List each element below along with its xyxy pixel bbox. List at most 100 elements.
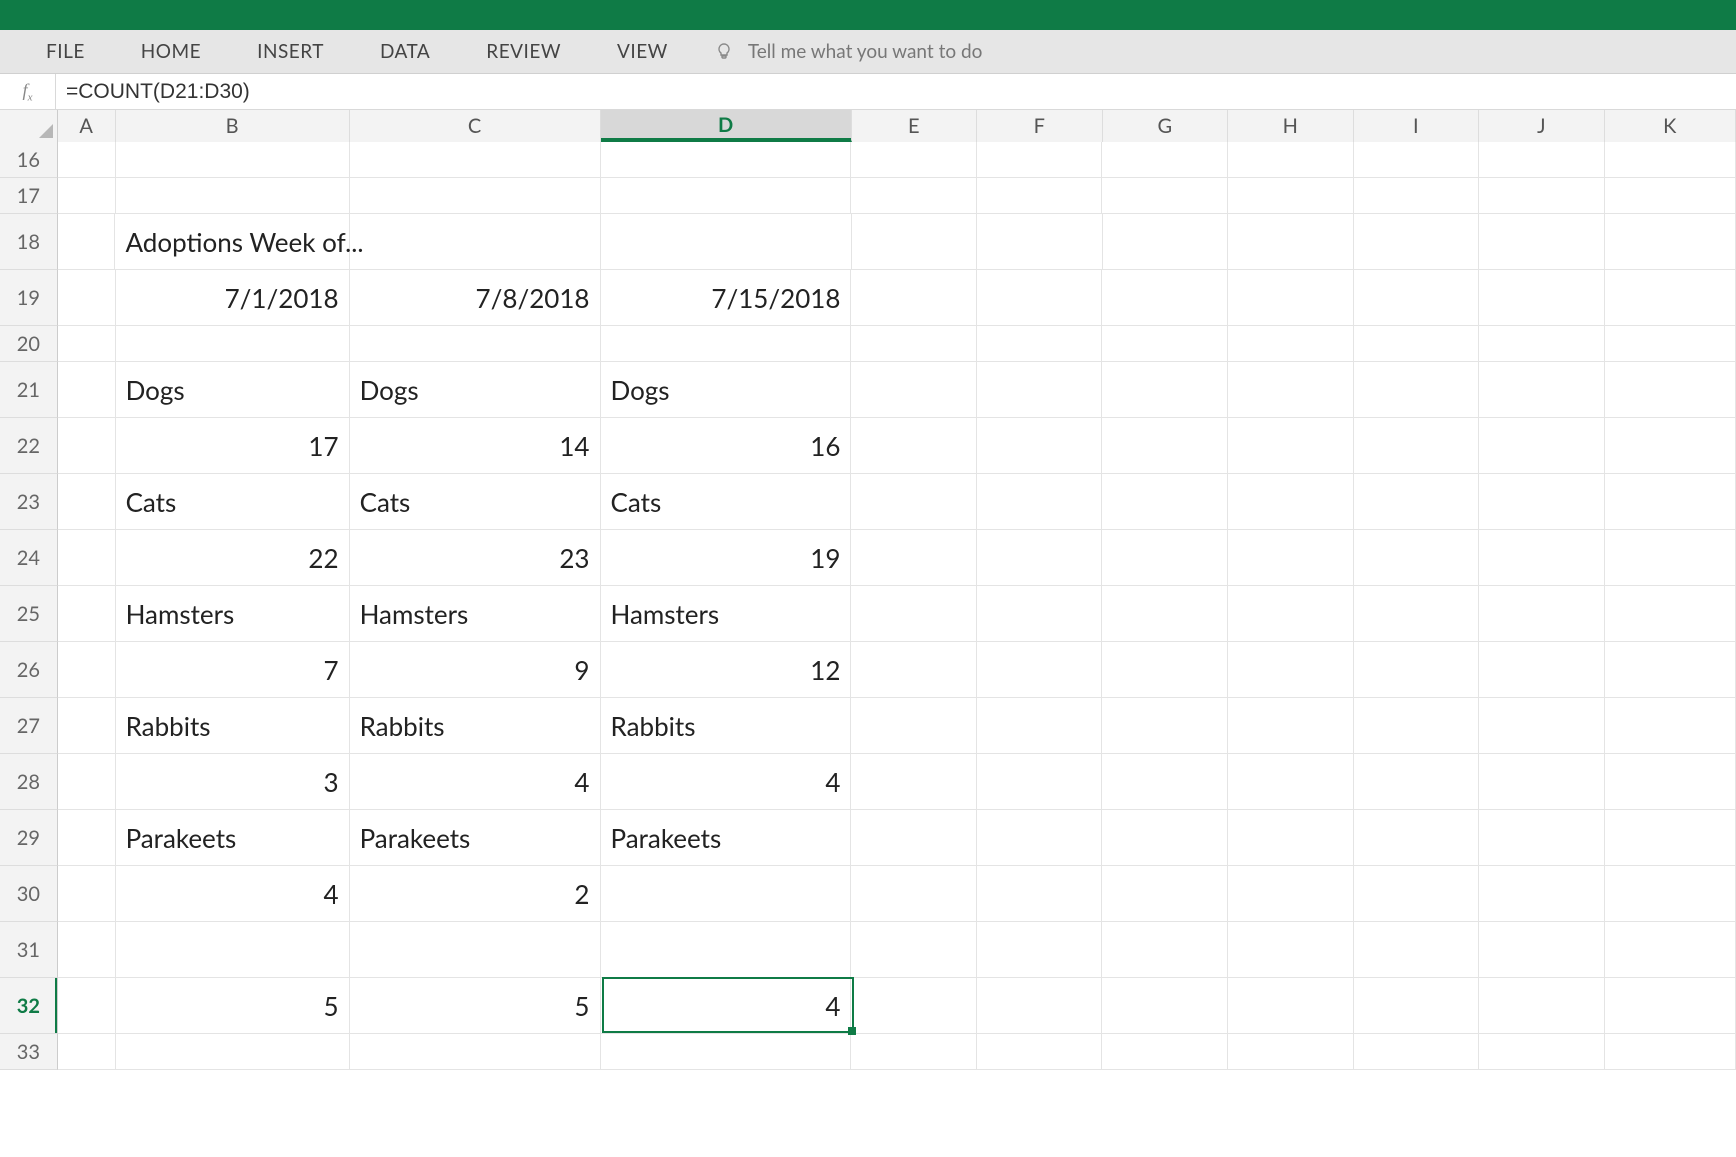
- tab-review[interactable]: REVIEW: [458, 30, 589, 74]
- cell-K20[interactable]: [1605, 326, 1736, 362]
- row-header-28[interactable]: 28: [0, 754, 58, 810]
- row-header-17[interactable]: 17: [0, 178, 58, 214]
- cell-C33[interactable]: [350, 1034, 601, 1070]
- cell-J33[interactable]: [1479, 1034, 1605, 1070]
- col-header-F[interactable]: F: [977, 110, 1103, 142]
- cell-H21[interactable]: [1228, 362, 1354, 418]
- cell-A17[interactable]: [58, 178, 116, 214]
- cell-C31[interactable]: [350, 922, 601, 978]
- cell-A33[interactable]: [58, 1034, 116, 1070]
- col-header-H[interactable]: H: [1228, 110, 1354, 142]
- col-header-E[interactable]: E: [852, 110, 978, 142]
- cell-J24[interactable]: [1479, 530, 1605, 586]
- cell-I24[interactable]: [1354, 530, 1480, 586]
- fx-button[interactable]: fx: [0, 74, 56, 110]
- col-header-J[interactable]: J: [1479, 110, 1605, 142]
- cell-K26[interactable]: [1605, 642, 1736, 698]
- cell-E30[interactable]: [851, 866, 977, 922]
- row-header-18[interactable]: 18: [0, 214, 58, 270]
- cell-B21[interactable]: Dogs: [116, 362, 350, 418]
- row-header-20[interactable]: 20: [0, 326, 58, 362]
- cell-B31[interactable]: [116, 922, 350, 978]
- cell-K22[interactable]: [1605, 418, 1736, 474]
- cell-B30[interactable]: 4: [116, 866, 350, 922]
- cell-J22[interactable]: [1479, 418, 1605, 474]
- cell-E17[interactable]: [851, 178, 977, 214]
- row-header-16[interactable]: 16: [0, 142, 58, 178]
- cell-H18[interactable]: [1228, 214, 1353, 270]
- cell-C20[interactable]: [350, 326, 601, 362]
- cell-A26[interactable]: [58, 642, 116, 698]
- row-header-29[interactable]: 29: [0, 810, 58, 866]
- cell-D31[interactable]: [601, 922, 852, 978]
- cell-F18[interactable]: [977, 214, 1102, 270]
- cell-F30[interactable]: [977, 866, 1103, 922]
- cell-A30[interactable]: [58, 866, 116, 922]
- cell-C19[interactable]: 7/8/2018: [350, 270, 601, 326]
- cell-J16[interactable]: [1479, 142, 1605, 178]
- cell-J31[interactable]: [1479, 922, 1605, 978]
- cell-G26[interactable]: [1102, 642, 1228, 698]
- cell-A29[interactable]: [58, 810, 116, 866]
- cell-E26[interactable]: [851, 642, 977, 698]
- cell-I20[interactable]: [1354, 326, 1480, 362]
- cell-D20[interactable]: [601, 326, 852, 362]
- cell-F25[interactable]: [977, 586, 1103, 642]
- row-header-19[interactable]: 19: [0, 270, 58, 326]
- col-header-K[interactable]: K: [1605, 110, 1736, 142]
- cell-D32[interactable]: 4: [601, 978, 852, 1034]
- cell-H30[interactable]: [1228, 866, 1354, 922]
- cell-E19[interactable]: [851, 270, 977, 326]
- cell-G30[interactable]: [1102, 866, 1228, 922]
- cell-B23[interactable]: Cats: [116, 474, 350, 530]
- cell-I19[interactable]: [1354, 270, 1480, 326]
- cell-F26[interactable]: [977, 642, 1103, 698]
- formula-input[interactable]: [56, 76, 1736, 108]
- cell-E29[interactable]: [851, 810, 977, 866]
- cell-G23[interactable]: [1102, 474, 1228, 530]
- tab-home[interactable]: HOME: [113, 30, 229, 74]
- row-header-32[interactable]: 32: [0, 978, 58, 1034]
- cell-E31[interactable]: [851, 922, 977, 978]
- cell-I26[interactable]: [1354, 642, 1480, 698]
- col-header-C[interactable]: C: [350, 110, 601, 142]
- cell-A18[interactable]: [58, 214, 116, 270]
- cell-F22[interactable]: [977, 418, 1103, 474]
- cell-G31[interactable]: [1102, 922, 1228, 978]
- cell-K33[interactable]: [1605, 1034, 1736, 1070]
- cell-G19[interactable]: [1102, 270, 1228, 326]
- cell-I23[interactable]: [1354, 474, 1480, 530]
- cell-D30[interactable]: [601, 866, 852, 922]
- cell-D18[interactable]: [601, 214, 852, 270]
- cell-F32[interactable]: [977, 978, 1103, 1034]
- cell-K18[interactable]: [1605, 214, 1736, 270]
- cell-A22[interactable]: [58, 418, 116, 474]
- cell-D23[interactable]: Cats: [601, 474, 852, 530]
- cell-D19[interactable]: 7/15/2018: [601, 270, 852, 326]
- cell-K16[interactable]: [1605, 142, 1736, 178]
- row-header-27[interactable]: 27: [0, 698, 58, 754]
- cell-H28[interactable]: [1228, 754, 1354, 810]
- cell-B28[interactable]: 3: [116, 754, 350, 810]
- cell-H16[interactable]: [1228, 142, 1354, 178]
- cell-C22[interactable]: 14: [350, 418, 601, 474]
- cell-J17[interactable]: [1479, 178, 1605, 214]
- cell-H26[interactable]: [1228, 642, 1354, 698]
- cell-G25[interactable]: [1102, 586, 1228, 642]
- cell-H27[interactable]: [1228, 698, 1354, 754]
- cell-K25[interactable]: [1605, 586, 1736, 642]
- cell-B17[interactable]: [116, 178, 350, 214]
- cell-F16[interactable]: [977, 142, 1103, 178]
- cell-J25[interactable]: [1479, 586, 1605, 642]
- cell-E25[interactable]: [851, 586, 977, 642]
- cell-I33[interactable]: [1354, 1034, 1480, 1070]
- tell-me-search[interactable]: Tell me what you want to do: [714, 40, 983, 63]
- cell-G21[interactable]: [1102, 362, 1228, 418]
- cell-B19[interactable]: 7/1/2018: [116, 270, 350, 326]
- row-header-22[interactable]: 22: [0, 418, 58, 474]
- cell-J18[interactable]: [1479, 214, 1604, 270]
- cell-I18[interactable]: [1354, 214, 1479, 270]
- cell-C28[interactable]: 4: [350, 754, 601, 810]
- tab-insert[interactable]: INSERT: [229, 30, 352, 74]
- cell-H25[interactable]: [1228, 586, 1354, 642]
